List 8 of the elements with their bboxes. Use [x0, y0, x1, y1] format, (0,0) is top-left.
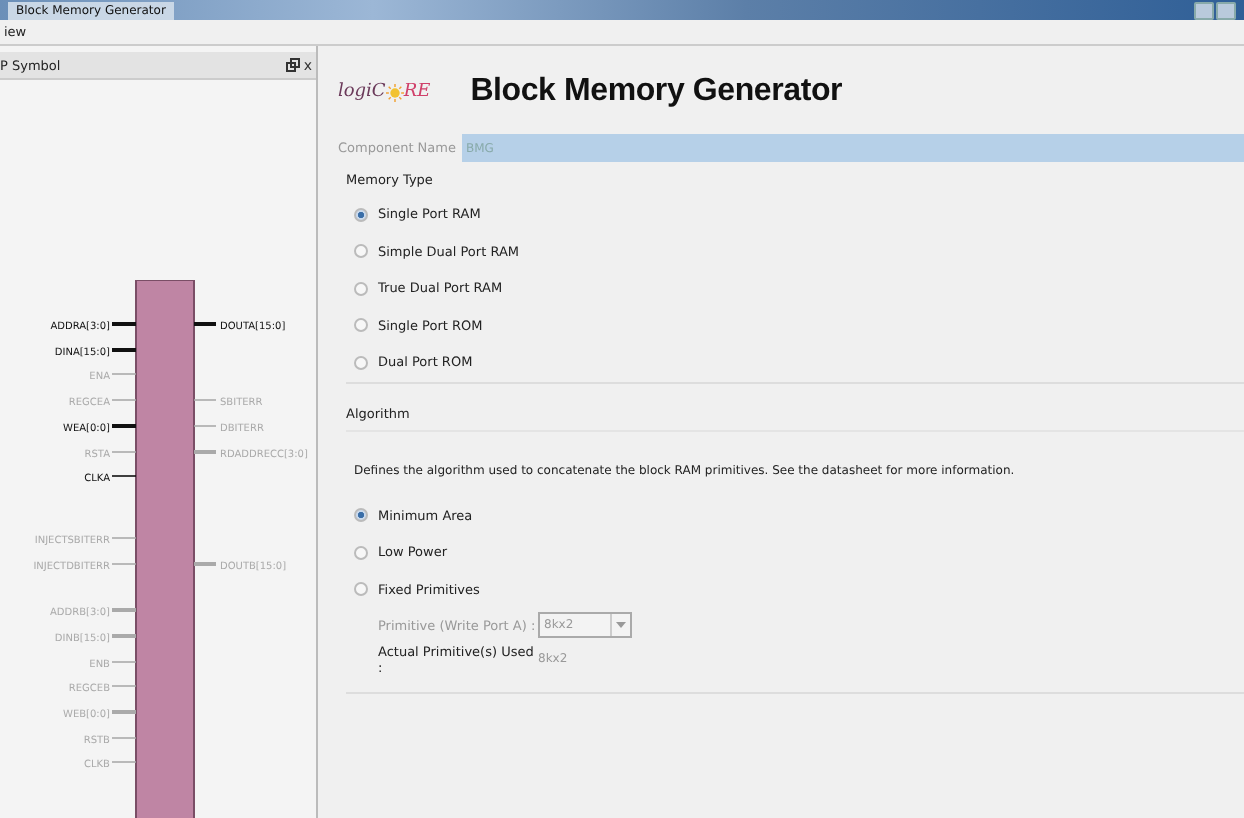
logo-text: logiC [338, 82, 386, 102]
sun-icon [385, 83, 404, 101]
float-icon[interactable] [285, 58, 300, 72]
maximize-button[interactable] [1216, 1, 1236, 19]
dropdown-arrow-icon [616, 621, 626, 629]
page-title: Block Memory Generator [470, 74, 843, 110]
logo-text: RE [403, 82, 431, 102]
minimize-button[interactable] [1194, 1, 1214, 19]
